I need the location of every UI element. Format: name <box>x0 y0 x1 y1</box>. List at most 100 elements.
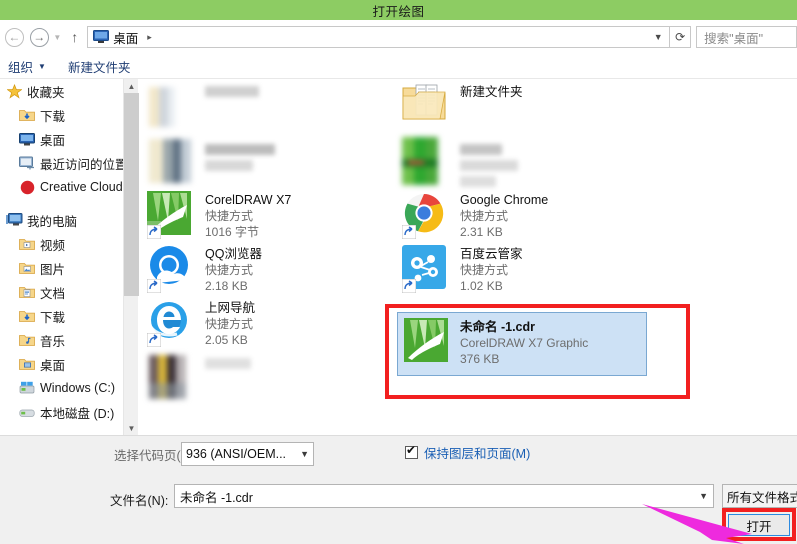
blurred-file-label <box>205 137 275 176</box>
sidebar-group-my-computer[interactable]: 我的电脑 <box>0 208 123 232</box>
keep-layers-checkbox[interactable] <box>405 444 418 459</box>
star-icon <box>5 83 23 99</box>
sidebar-group-my-computer-label: 我的电脑 <box>27 214 78 229</box>
breadcrumb-separator[interactable]: ▸ <box>147 32 152 43</box>
new-folder-button[interactable]: 新建文件夹 <box>68 57 131 76</box>
list-item[interactable]: 新建文件夹 <box>402 79 652 133</box>
video-folder-icon <box>18 236 36 252</box>
file-info: 百度云管家 快捷方式 1.02 KB <box>460 245 523 294</box>
refresh-icon: ⟳ <box>675 30 686 44</box>
file-type: 快捷方式 <box>205 209 254 223</box>
file-list[interactable]: CorelDRAW X7 快捷方式 1016 字节 QQ浏览器 快捷方式 2.1… <box>139 79 797 435</box>
desktop-folder-icon <box>18 356 36 372</box>
breadcrumb-desktop[interactable]: 桌面 <box>113 28 138 47</box>
file-type: 快捷方式 <box>460 209 509 223</box>
sidebar-item-pictures-label: 图片 <box>40 262 66 277</box>
sidebar-item-creative-cloud[interactable]: Creative Cloud <box>0 175 123 199</box>
sidebar-item-music[interactable]: 音乐 <box>0 328 123 352</box>
sidebar-item-local-disk-d-label: 本地磁盘 (D:) <box>40 406 115 421</box>
list-item[interactable]: 上网导航 快捷方式 2.05 KB <box>147 295 397 349</box>
file-type: 快捷方式 <box>205 317 254 331</box>
selected-file-item[interactable]: 未命名 -1.cdr CorelDRAW X7 Graphic 376 KB <box>397 312 647 376</box>
list-item[interactable]: CorelDRAW X7 快捷方式 1016 字节 <box>147 187 397 241</box>
filename-label: 文件名(N): <box>110 494 169 508</box>
history-dropdown-button[interactable]: ▼ <box>50 25 66 49</box>
download-folder-icon <box>18 107 36 123</box>
sidebar-item-desktop-label: 桌面 <box>40 358 66 373</box>
navigation-bar: ← → ▼ ↑ 桌面 ▸ ▼ ⟳ 搜索"桌面" <box>0 20 797 54</box>
sidebar-item-desktop-fav[interactable]: 桌面 <box>0 127 123 151</box>
scrollbar-thumb[interactable] <box>124 93 139 296</box>
file-name: CorelDRAW X7 <box>205 193 292 207</box>
filename-input[interactable]: 未命名 -1.cdr ▼ <box>174 484 714 508</box>
sidebar-group-favorites-label: 收藏夹 <box>27 85 65 100</box>
navigation-sidebar[interactable]: 收藏夹 下载 桌面 最近访问的位置 Creative Cloud 我的电脑 视频… <box>0 79 123 435</box>
file-info: Google Chrome 快捷方式 2.31 KB <box>460 191 548 240</box>
codepage-value: 936 (ANSI/OEM... <box>186 447 287 461</box>
forward-arrow-icon: → <box>29 27 49 47</box>
back-button[interactable]: ← <box>4 25 25 49</box>
sidebar-item-documents[interactable]: 文档 <box>0 280 123 304</box>
sidebar-scrollbar[interactable]: ▲ ▼ <box>123 79 139 435</box>
keep-layers-label: 保持图层和页面(M) <box>424 447 531 461</box>
chevron-down-icon[interactable]: ▼ <box>300 449 309 459</box>
file-type: CorelDRAW X7 Graphic <box>460 336 589 350</box>
file-info: 上网导航 快捷方式 2.05 KB <box>205 299 255 348</box>
sidebar-item-videos-label: 视频 <box>40 238 66 253</box>
scroll-up-icon[interactable]: ▲ <box>124 79 139 93</box>
file-size: 376 KB <box>460 352 500 366</box>
sidebar-item-pictures[interactable]: 图片 <box>0 256 123 280</box>
sidebar-item-downloads[interactable]: 下载 <box>0 304 123 328</box>
list-item[interactable] <box>147 133 397 187</box>
keep-layers-checkbox-row[interactable]: 保持图层和页面(M) <box>405 443 530 462</box>
chrome-icon <box>402 191 450 239</box>
file-name: 百度云管家 <box>460 247 523 261</box>
sidebar-group-favorites[interactable]: 收藏夹 <box>0 79 123 103</box>
list-item[interactable]: Google Chrome 快捷方式 2.31 KB <box>402 187 652 241</box>
codepage-select[interactable]: 936 (ANSI/OEM... ▼ <box>181 442 314 466</box>
qq-browser-icon <box>147 245 195 293</box>
drive-icon <box>18 404 36 420</box>
list-item[interactable]: 百度云管家 快捷方式 1.02 KB <box>402 241 652 295</box>
address-dropdown-icon[interactable]: ▼ <box>649 32 667 42</box>
filename-value: 未命名 -1.cdr <box>180 490 253 505</box>
file-info: QQ浏览器 快捷方式 2.18 KB <box>205 245 262 294</box>
forward-button[interactable]: → <box>29 25 50 49</box>
scroll-down-icon[interactable]: ▼ <box>124 421 139 435</box>
file-name: 新建文件夹 <box>460 85 523 99</box>
file-column-left: CorelDRAW X7 快捷方式 1016 字节 QQ浏览器 快捷方式 2.1… <box>147 79 397 403</box>
sidebar-item-windows-c[interactable]: Windows (C:) <box>0 376 123 400</box>
up-level-button[interactable]: ↑ <box>65 25 84 49</box>
file-size: 1016 字节 <box>205 225 260 239</box>
sidebar-item-recent-places[interactable]: 最近访问的位置 <box>0 151 123 175</box>
file-size: 2.05 KB <box>205 333 248 347</box>
sidebar-item-recent-places-label: 最近访问的位置 <box>40 157 123 172</box>
recent-places-icon <box>18 155 36 171</box>
blurred-file-label <box>205 353 251 374</box>
search-input[interactable]: 搜索"桌面" <box>696 26 797 48</box>
file-size: 2.31 KB <box>460 225 503 239</box>
sidebar-item-downloads-fav[interactable]: 下载 <box>0 103 123 127</box>
file-name: Google Chrome <box>460 193 549 207</box>
blurred-file-label <box>205 83 259 118</box>
list-item[interactable] <box>147 79 397 133</box>
file-column-right: 新建文件夹 Google Chrome 快捷方式 2.31 KB 百度云管家 快… <box>397 79 652 376</box>
coreldraw-icon <box>147 191 195 239</box>
list-item[interactable] <box>147 349 397 403</box>
list-item[interactable] <box>402 133 652 187</box>
sidebar-item-desktop[interactable]: 桌面 <box>0 352 123 376</box>
list-item[interactable]: QQ浏览器 快捷方式 2.18 KB <box>147 241 397 295</box>
refresh-button[interactable]: ⟳ <box>670 26 692 48</box>
address-bar[interactable]: 桌面 ▸ ▼ <box>87 26 671 48</box>
sidebar-item-local-disk-d[interactable]: 本地磁盘 (D:) <box>0 400 123 424</box>
desktop-icon <box>18 131 36 147</box>
sidebar-item-music-label: 音乐 <box>40 334 66 349</box>
sidebar-item-documents-label: 文档 <box>40 286 66 301</box>
file-size: 2.18 KB <box>205 279 248 293</box>
folder-icon <box>402 83 450 131</box>
organize-menu-button[interactable]: 组织 ▼ <box>8 57 46 76</box>
ie-icon <box>147 299 195 347</box>
sidebar-item-videos[interactable]: 视频 <box>0 232 123 256</box>
file-type: 快捷方式 <box>460 263 509 277</box>
